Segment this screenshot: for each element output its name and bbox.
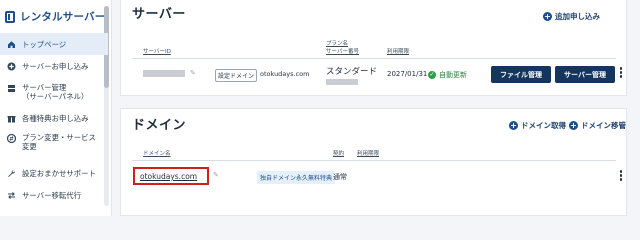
main-content: サーバー + 追加申し込み サーバーID プラン名 サーバー番号 利用期限 ✎ … [113, 0, 640, 216]
plus-circle-icon [7, 62, 16, 71]
add-server-link[interactable]: + 追加申し込み [543, 11, 600, 22]
default-domain-tag: 設定ドメイン [215, 69, 258, 82]
transfer-icon [7, 191, 16, 200]
sidebar-item-top[interactable]: トップページ [0, 33, 108, 55]
col-domain-expiry[interactable]: 利用期限 [357, 151, 379, 158]
col-server-id[interactable]: サーバーID [143, 49, 171, 56]
default-domain: otokudays.com [260, 70, 310, 78]
edit-pencil-icon[interactable]: ✎ [190, 69, 196, 77]
sidebar-item-server-apply[interactable]: サーバーお申し込み [0, 55, 108, 77]
sidebar-nav: トップページ サーバーお申し込み サーバー管理 （サーバーパネル） 各種特典お申… [0, 33, 108, 206]
acquire-domain-link[interactable]: + ドメイン取得 [509, 120, 566, 131]
server-logo-icon [5, 10, 15, 23]
sidebar-item-label: 設定おまかせサポート [22, 168, 96, 178]
brand[interactable]: レンタルサーバー [5, 9, 106, 24]
contract-type: 通常 [333, 173, 347, 181]
server-number-redacted [326, 79, 358, 85]
home-icon [7, 40, 16, 49]
domain-section-title: ドメイン [132, 118, 187, 133]
transfer-domain-label: ドメイン移管 [581, 121, 626, 130]
wrench-icon [7, 169, 16, 178]
plus-icon: + [543, 12, 552, 21]
domain-card: ドメイン + ドメイン取得 + ドメイン移管 ドメイン名 契約 利用期限 oto… [120, 108, 627, 216]
plan-name: スタンダード [326, 67, 378, 77]
server-table-divider [132, 58, 616, 59]
plus-icon: + [569, 121, 578, 130]
server-card: サーバー + 追加申し込み サーバーID プラン名 サーバー番号 利用期限 ✎ … [120, 0, 627, 96]
gift-icon [7, 114, 16, 123]
sidebar-item-server-manage[interactable]: サーバー管理 （サーバーパネル） [0, 77, 108, 107]
transfer-domain-link[interactable]: + ドメイン移管 [569, 120, 626, 131]
free-domain-badge: 独自ドメイン永久無料特典 [257, 171, 336, 184]
edit-domain-icon[interactable]: ✎ [213, 171, 219, 179]
sidebar-item-label: 各種特典お申し込み [22, 113, 89, 123]
sidebar-item-benefits[interactable]: 各種特典お申し込み [0, 107, 108, 129]
file-manager-button[interactable]: ファイル管理 [491, 66, 551, 83]
sidebar-item-plan-change[interactable]: プラン変更・サービス 変更 [0, 129, 108, 162]
col-contract[interactable]: 契約 [333, 151, 344, 158]
server-panel-button[interactable]: サーバー管理 [555, 66, 615, 83]
server-more-icon[interactable] [619, 67, 623, 78]
sidebar-item-sublabel: 変更 [22, 142, 37, 151]
sidebar-item-label: サーバー移転代行 [22, 190, 82, 200]
server-id-redacted [143, 70, 185, 77]
auto-renew-label: 自動更新 [439, 71, 467, 79]
sidebar-item-migration[interactable]: サーバー移転代行 [0, 184, 108, 206]
sidebar: レンタルサーバー トップページ サーバーお申し込み サーバー管理 （サーバーパネ… [0, 0, 112, 216]
server-section-title: サーバー [132, 7, 186, 22]
col-plan[interactable]: プラン名 [326, 41, 348, 48]
col-expiry[interactable]: 利用期限 [387, 49, 409, 56]
sidebar-item-sublabel: （サーバーパネル） [22, 92, 89, 101]
sidebar-item-label: トップページ [22, 39, 67, 49]
domain-table-divider [132, 160, 616, 161]
sidebar-item-label: サーバー管理 [22, 83, 67, 92]
domain-name-link[interactable]: otokudays.com [140, 172, 197, 181]
swap-icon [7, 134, 16, 143]
sidebar-item-label: プラン変更・サービス [22, 133, 96, 142]
brand-name: レンタルサーバー [20, 11, 106, 23]
acquire-domain-label: ドメイン取得 [521, 121, 566, 130]
app-root: レンタルサーバー トップページ サーバーお申し込み サーバー管理 （サーバーパネ… [0, 0, 640, 216]
auto-renew-status: ✓ 自動更新 [428, 70, 467, 80]
sidebar-item-support[interactable]: 設定おまかせサポート [0, 162, 108, 184]
sidebar-item-label: サーバーお申し込み [22, 61, 89, 71]
add-server-label: 追加申し込み [555, 12, 600, 21]
check-icon: ✓ [428, 71, 436, 79]
plus-icon: + [509, 121, 518, 130]
expiry-date: 2027/01/31 [387, 70, 428, 78]
col-server-no[interactable]: サーバー番号 [326, 49, 359, 56]
col-domain-name[interactable]: ドメイン名 [143, 151, 171, 158]
domain-more-icon[interactable] [619, 170, 623, 181]
server-icon [7, 84, 16, 93]
